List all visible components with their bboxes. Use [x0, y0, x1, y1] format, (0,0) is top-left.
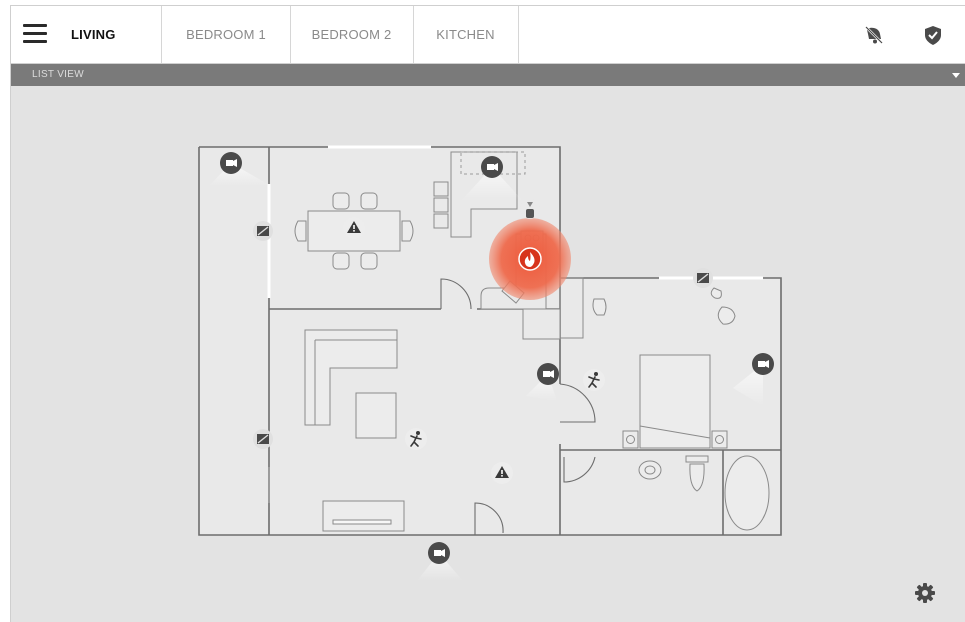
window-sensor-icon[interactable]	[253, 221, 273, 241]
tab-kitchen[interactable]: KITCHEN	[413, 6, 519, 63]
tab-living[interactable]: LIVING	[11, 6, 162, 63]
video-camera-icon[interactable]	[220, 152, 242, 174]
list-view-bar[interactable]: LIST VIEW	[11, 64, 965, 86]
motion-sensor-icon[interactable]	[405, 428, 427, 450]
video-camera-icon[interactable]	[481, 156, 503, 178]
tab-bedroom-2[interactable]: BEDROOM 2	[290, 6, 414, 63]
video-camera-icon[interactable]	[752, 353, 774, 375]
motion-sensor-icon[interactable]	[583, 369, 605, 391]
tab-label: BEDROOM 2	[311, 27, 392, 42]
shield-check-icon[interactable]	[922, 24, 944, 46]
tab-label: BEDROOM 1	[186, 27, 266, 42]
warning-icon[interactable]	[491, 462, 513, 484]
bell-slash-icon[interactable]	[863, 24, 885, 46]
tab-bedroom-1[interactable]: BEDROOM 1	[162, 6, 291, 63]
video-camera-icon[interactable]	[428, 542, 450, 564]
caret-down-icon[interactable]	[952, 73, 960, 78]
smoke-detector-icon[interactable]	[520, 199, 540, 219]
window-sensor-icon[interactable]	[253, 429, 273, 449]
top-navigation-bar: LIVING BEDROOM 1 BEDROOM 2 KITCHEN	[11, 6, 965, 64]
warning-icon[interactable]	[343, 217, 365, 239]
floor-plan	[198, 145, 782, 581]
tab-label: LIVING	[71, 27, 116, 42]
window-sensor-icon[interactable]	[693, 268, 713, 288]
tv-console	[322, 500, 405, 532]
list-view-label: LIST VIEW	[32, 69, 84, 80]
gear-icon[interactable]	[914, 582, 936, 604]
app-window: LIVING BEDROOM 1 BEDROOM 2 KITCHEN LIST …	[10, 5, 965, 622]
tab-label: KITCHEN	[436, 27, 495, 42]
fire-icon[interactable]	[518, 247, 542, 271]
video-camera-icon[interactable]	[537, 363, 559, 385]
